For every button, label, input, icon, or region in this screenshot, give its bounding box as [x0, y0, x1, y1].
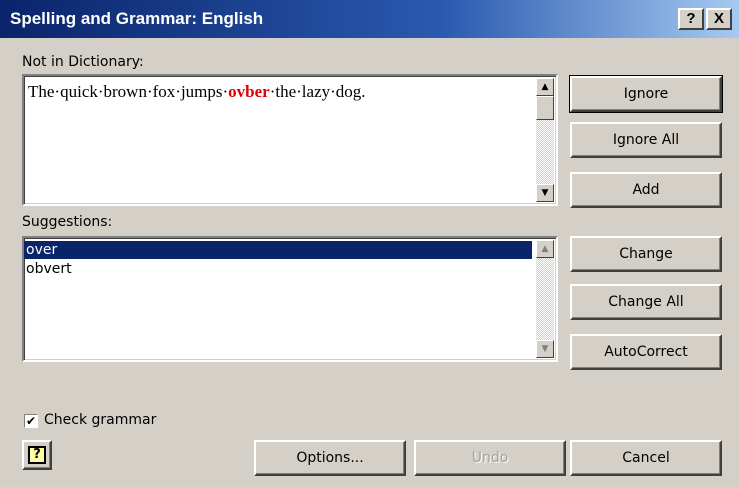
scroll-down-arrow-icon[interactable]: ▼: [536, 184, 554, 202]
help-question-icon: ?: [28, 446, 46, 464]
office-assistant-button[interactable]: ?: [22, 440, 52, 470]
scroll-up-arrow-icon[interactable]: ▲: [536, 240, 554, 258]
check-grammar-checkbox[interactable]: ✔: [24, 414, 38, 428]
suggestions-listbox[interactable]: over obvert ▲ ▼: [22, 236, 558, 362]
add-button[interactable]: Add: [570, 172, 722, 208]
cancel-button[interactable]: Cancel: [570, 440, 722, 476]
check-grammar-label[interactable]: Check grammar: [44, 412, 156, 428]
undo-button[interactable]: Undo: [414, 440, 566, 476]
title-bar[interactable]: Spelling and Grammar: English ? X: [0, 0, 739, 38]
sentence-text[interactable]: The·quick·brown·fox·jumps·ovber·the·lazy…: [28, 82, 366, 102]
window-title: Spelling and Grammar: English: [10, 9, 264, 28]
scroll-down-arrow-icon[interactable]: ▼: [536, 340, 554, 358]
close-button[interactable]: X: [706, 8, 732, 30]
change-all-button[interactable]: Change All: [570, 284, 722, 320]
sentence-after: ·the·lazy·dog.: [269, 82, 366, 101]
scroll-up-arrow-icon[interactable]: ▲: [536, 78, 554, 96]
sentence-scrollbar[interactable]: ▲ ▼: [536, 78, 554, 202]
suggestions-label: Suggestions:: [22, 214, 113, 230]
not-in-dictionary-label: Not in Dictionary:: [22, 54, 144, 70]
ignore-button[interactable]: Ignore: [569, 75, 723, 113]
ignore-all-button[interactable]: Ignore All: [570, 122, 722, 158]
autocorrect-button[interactable]: AutoCorrect: [570, 334, 722, 370]
scroll-thumb[interactable]: [536, 96, 554, 120]
help-button[interactable]: ?: [678, 8, 704, 30]
suggestion-item-obvert[interactable]: obvert: [24, 260, 532, 278]
change-button[interactable]: Change: [570, 236, 722, 272]
misspelled-word: ovber: [228, 82, 270, 101]
suggestion-item-over[interactable]: over: [24, 241, 532, 259]
sentence-before: The·quick·brown·fox·jumps·: [28, 82, 229, 101]
not-in-dictionary-textbox[interactable]: The·quick·brown·fox·jumps·ovber·the·lazy…: [22, 74, 558, 206]
options-button[interactable]: Options...: [254, 440, 406, 476]
suggestions-scrollbar[interactable]: ▲ ▼: [536, 240, 554, 358]
